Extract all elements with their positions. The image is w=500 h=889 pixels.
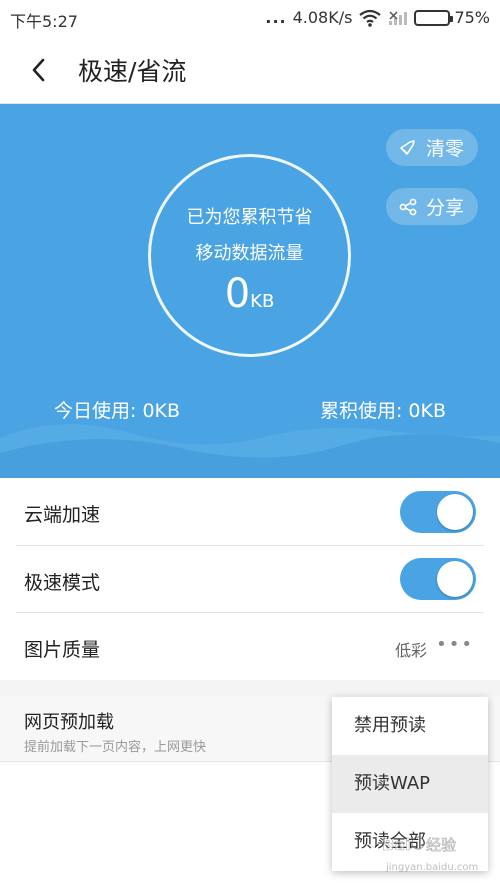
page-title: 极速/省流	[78, 57, 187, 86]
notification-dots: ...	[265, 8, 287, 27]
status-time: 下午5:27	[10, 12, 78, 31]
clear-label: 清零	[425, 138, 464, 160]
cloud-accel-toggle[interactable]	[400, 491, 476, 533]
savings-circle: 已为您累积节省 移动数据流量 0KB	[148, 154, 351, 357]
status-bar: 下午5:27 ... 4.08K/s 75%	[0, 0, 500, 36]
today-usage: 今日使用: 0KB	[54, 400, 181, 422]
savings-hero: 已为您累积节省 移动数据流量 0KB 清零 分享 今日使用: 0KB 累积使用:…	[0, 104, 500, 478]
cloud-accel-label: 云端加速	[24, 504, 101, 526]
battery-percent: 75%	[454, 8, 490, 27]
svg-text:经验: 经验	[426, 836, 456, 854]
share-icon	[398, 197, 418, 217]
savings-unit: KB	[250, 291, 275, 312]
setting-row-speed-mode: 极速模式	[0, 546, 500, 613]
back-arrow-icon[interactable]	[26, 54, 54, 86]
share-button[interactable]: 分享	[385, 188, 478, 225]
section-gap	[0, 680, 500, 696]
baidu-jingyan-watermark: Bai 经验 jingyan.baidu.com	[382, 835, 479, 873]
image-quality-label: 图片质量	[24, 639, 101, 661]
status-indicators: ... 4.08K/s 75%	[265, 8, 490, 27]
preload-label: 网页预加载	[24, 712, 114, 733]
setting-row-image-quality[interactable]: 图片质量 低彩 •••	[0, 613, 500, 680]
network-speed: 4.08K/s	[292, 8, 353, 27]
svg-text:jingyan.baidu.com: jingyan.baidu.com	[385, 862, 478, 873]
menu-item-preload-wap[interactable]: 预读WAP	[332, 755, 488, 813]
image-quality-value: 低彩	[394, 641, 427, 660]
savings-caption-2: 移动数据流量	[195, 243, 304, 264]
menu-item-disable-preload[interactable]: 禁用预读	[332, 697, 488, 755]
clear-button[interactable]: 清零	[385, 129, 478, 166]
preload-description: 提前加载下一页内容，上网更快	[24, 740, 207, 755]
app-header: 极速/省流	[0, 36, 500, 104]
speed-mode-label: 极速模式	[24, 572, 101, 594]
savings-value: 0	[224, 271, 251, 317]
total-usage: 累积使用: 0KB	[319, 400, 446, 422]
wifi-icon	[358, 9, 382, 27]
setting-row-cloud-accel: 云端加速	[0, 478, 500, 546]
svg-text:Bai: Bai	[382, 835, 410, 854]
savings-caption-1: 已为您累积节省	[186, 207, 313, 228]
battery-icon	[414, 9, 454, 26]
toggle-knob	[437, 561, 473, 597]
speed-mode-toggle[interactable]	[400, 558, 476, 600]
share-label: 分享	[425, 197, 464, 219]
broom-icon	[398, 138, 418, 158]
more-options-icon[interactable]: •••	[436, 634, 474, 655]
toggle-knob	[437, 494, 473, 530]
signal-icon	[388, 10, 408, 26]
savings-amount: 0KB	[151, 271, 348, 317]
battery: 75%	[414, 8, 490, 27]
